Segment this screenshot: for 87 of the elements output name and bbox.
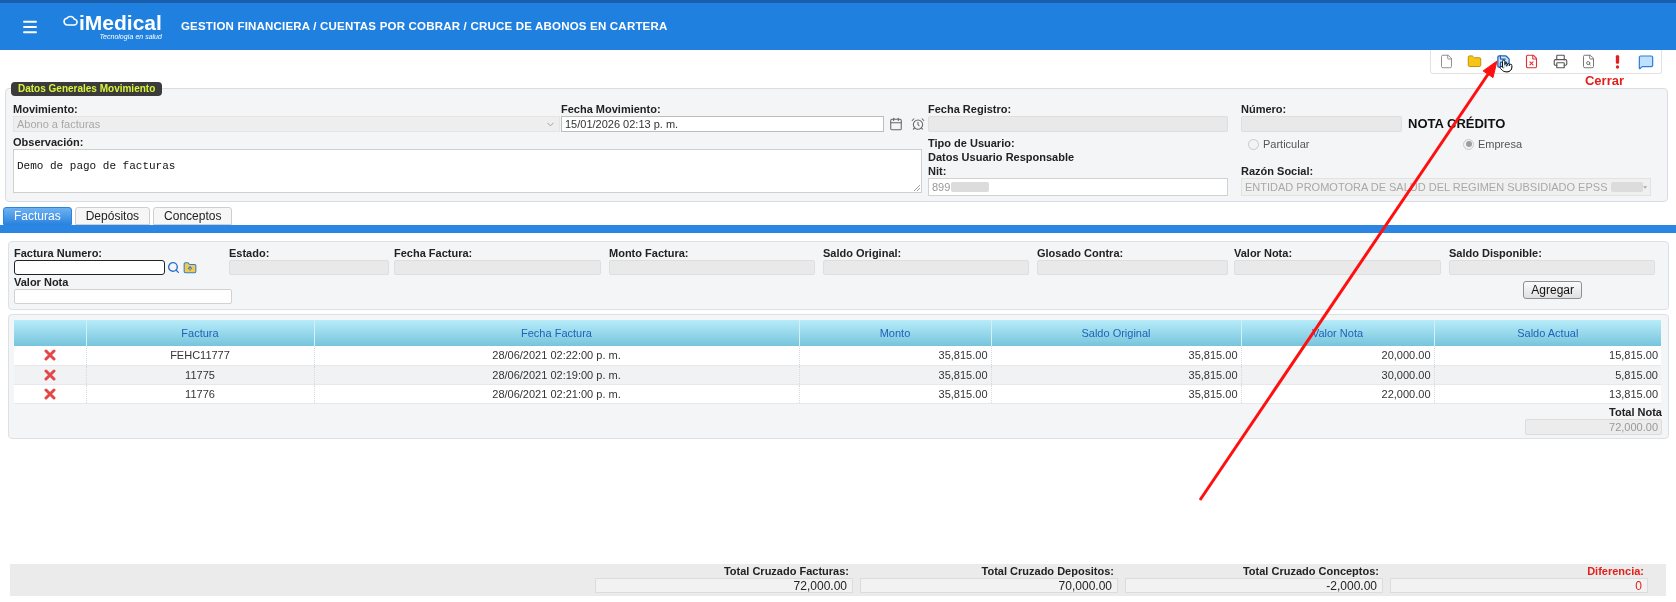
radio-label: Empresa [1478,137,1523,151]
document-cross-icon [1524,54,1540,69]
folder-arrow-icon [183,260,197,275]
readonly-field[interactable] [609,260,815,275]
cloud-icon [62,13,79,27]
readonly-field[interactable] [1449,260,1655,275]
column-header [14,320,86,346]
add-button[interactable]: Agregar [1523,281,1582,299]
document-search-icon [1581,54,1597,69]
observation-textarea[interactable]: Demo de pago de facturas [13,149,922,193]
readonly-field[interactable] [1037,260,1228,275]
field-label: Tipo de Usuario: [928,136,1016,150]
field-label: Fecha Movimiento: [561,102,662,116]
column-header[interactable]: Saldo Original [991,320,1241,346]
field-label: Factura Numero: [14,246,104,260]
delete-row-button[interactable] [43,368,56,381]
radio-label: Particular [1263,137,1310,151]
table-cell: 35,815.00 [991,346,1241,365]
table-cell: 20,000.00 [1241,346,1434,365]
field-label: Fecha Factura: [394,246,474,260]
table-cell: 28/06/2021 02:22:00 p. m. [314,346,799,365]
delete-row-button[interactable] [43,349,56,362]
total-label: Total Cruzado Depositos: [980,564,1115,578]
cross-icon [43,387,56,400]
tab[interactable]: Facturas [3,207,72,225]
clock-button[interactable] [911,117,925,131]
field-label: Valor Nota [14,275,70,289]
load-button[interactable] [183,260,197,275]
total-field[interactable]: 70,000.00 [860,578,1118,593]
exclamation-icon [1614,54,1620,69]
app-logo-text: iMedical [79,12,162,33]
table-cell: FEHC11777 [86,346,314,365]
total-field[interactable]: -2,000.00 [1125,578,1383,593]
readonly-field[interactable] [1241,116,1402,132]
total-label: Diferencia: [1586,564,1645,578]
resize-grip-icon [914,185,920,191]
section-legend: Datos Generales Movimiento [11,82,163,96]
column-header[interactable]: Saldo Actual [1434,320,1661,346]
readonly-field[interactable] [394,260,601,275]
field-label: Número: [1241,102,1288,116]
folder-icon [1467,54,1483,69]
search-icon [167,261,180,274]
blank-page-icon [1438,54,1454,69]
cross-icon [43,349,56,362]
printer-icon [1552,54,1568,69]
readonly-field[interactable] [928,116,1228,132]
table-cell: 35,815.00 [799,346,991,365]
total-label: Total Cruzado Conceptos: [1241,564,1380,578]
column-header[interactable]: Factura [86,320,314,346]
field-label: Monto Factura: [609,246,690,260]
tab[interactable]: Depósitos [74,207,151,225]
column-header[interactable]: Monto [799,320,991,346]
total-note-field[interactable]: 72,000.00 [1525,418,1662,435]
total-label: Total Cruzado Facturas: [722,564,850,578]
total-field[interactable]: 0 [1390,578,1648,593]
field-label: Razón Social: [1241,164,1315,178]
readonly-field[interactable] [823,260,1029,275]
field-label: Estado: [229,246,271,260]
column-header[interactable]: Fecha Factura [314,320,799,346]
readonly-field[interactable] [229,260,389,275]
nit-input[interactable]: 899 [928,178,1228,196]
close-link[interactable]: Cerrar [1584,74,1624,88]
field-label: Observación: [13,135,85,149]
calendar-icon [889,117,903,131]
field-label: Movimiento: [13,102,79,116]
field-label: Total Nota [1609,404,1662,419]
invoice-number-input[interactable] [14,260,165,275]
total-field[interactable]: 72,000.00 [595,578,853,593]
note-value-input[interactable] [14,289,232,304]
cross-icon [43,368,56,381]
field-label: Saldo Original: [823,246,903,260]
delete-row-button[interactable] [43,387,56,400]
speech-bubble-icon [1637,53,1654,70]
breadcrumb: GESTION FINANCIERA / CUENTAS POR COBRAR / CRUCE DE ABONOS EN CARTERA [180,18,668,34]
readonly-field[interactable] [1234,260,1441,275]
search-button[interactable] [167,261,180,274]
tab[interactable]: Conceptos [153,207,233,225]
section-heading: Datos Usuario Responsable [928,150,1076,164]
alarm-clock-icon [911,117,925,131]
table-cell: 15,815.00 [1434,346,1661,365]
field-label: Valor Nota: [1234,246,1294,260]
field-label: Nit: [928,164,948,178]
field-label: Fecha Registro: [928,102,1013,116]
field-label: Saldo Disponible: [1449,246,1543,260]
calendar-button[interactable] [889,117,903,131]
field-label: Glosado Contra: [1037,246,1125,260]
date-input[interactable]: 15/01/2026 02:13 p. m. [561,116,884,132]
